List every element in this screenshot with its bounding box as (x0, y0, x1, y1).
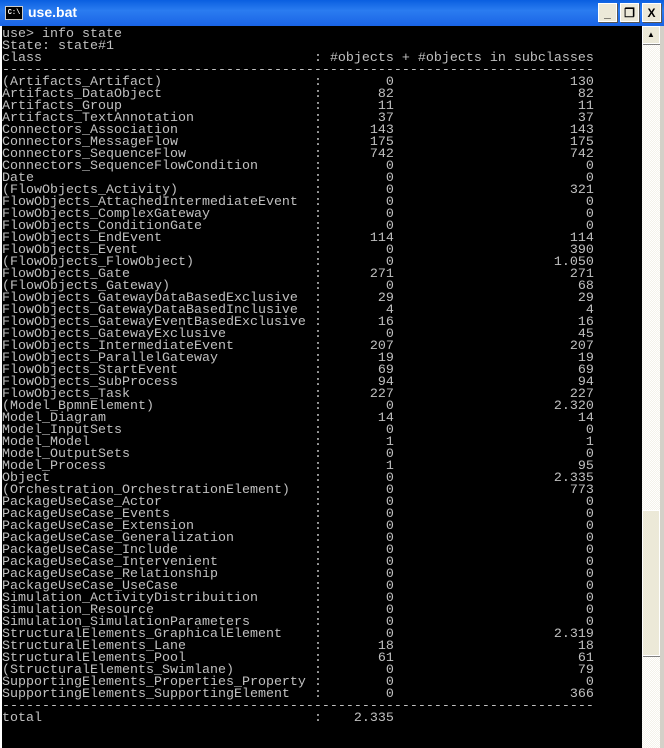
separator: : (313, 711, 330, 726)
total-row: total : 2.335 (2, 711, 642, 726)
vertical-scrollbar[interactable]: ▲ (642, 26, 660, 748)
scrollbar-thumb[interactable] (642, 510, 660, 656)
window-title: use.bat (28, 4, 78, 20)
scroll-up-arrow-icon[interactable]: ▲ (642, 26, 660, 44)
total-label: total (2, 711, 314, 726)
total-value: 2.335 (329, 711, 394, 726)
table-body: (Artifacts_Artifact) : 0 130 Artifacts_Da… (2, 76, 642, 701)
window-border (660, 26, 664, 748)
console-output[interactable]: use> info state State: state#1 class : #ob… (2, 26, 642, 748)
restore-button[interactable]: ❐ (620, 3, 639, 22)
cmd-icon[interactable]: C:\ (5, 6, 23, 20)
minimize-button[interactable]: _ (598, 3, 617, 22)
close-button[interactable]: X (642, 3, 661, 22)
title-bar[interactable]: C:\ use.bat _ ❐ X (0, 0, 664, 26)
